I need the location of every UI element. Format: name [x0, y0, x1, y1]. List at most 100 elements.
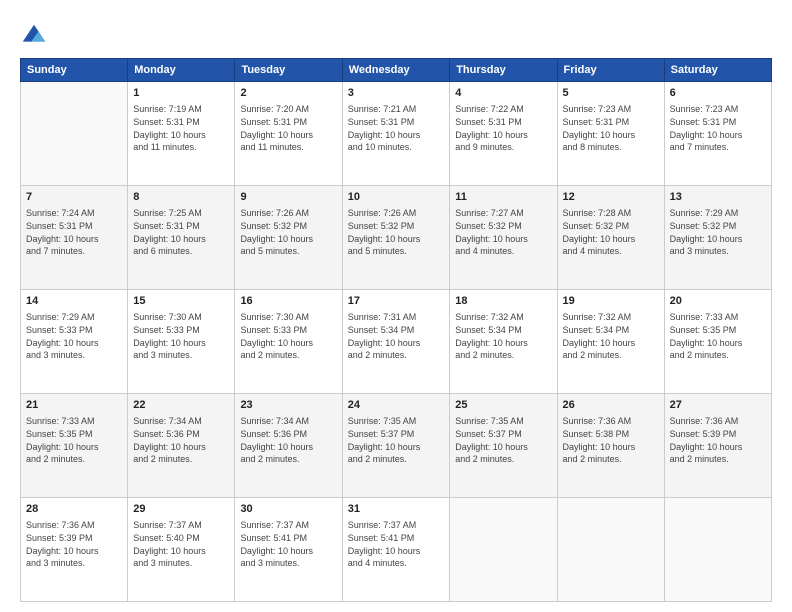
day-cell: 30 Sunrise: 7:37 AM Sunset: 5:41 PM Dayli…: [235, 498, 342, 602]
weekday-wednesday: Wednesday: [342, 59, 450, 82]
day-number: 7: [26, 190, 122, 205]
day-cell: 15 Sunrise: 7:30 AM Sunset: 5:33 PM Dayli…: [128, 290, 235, 394]
day-number: 29: [133, 502, 229, 517]
day-info: Sunrise: 7:24 AM Sunset: 5:31 PM Dayligh…: [26, 207, 122, 257]
day-cell: 14Sunrise: 7:29 AM Sunset: 5:33 PM Dayli…: [21, 290, 128, 394]
day-number: 6: [670, 86, 766, 101]
day-cell: 31 Sunrise: 7:37 AM Sunset: 5:41 PM Dayli…: [342, 498, 450, 602]
day-info: Sunrise: 7:26 AM Sunset: 5:32 PM Dayligh…: [240, 207, 336, 257]
day-info: Sunrise: 7:34 AM Sunset: 5:36 PM Dayligh…: [240, 415, 336, 465]
day-cell: 27 Sunrise: 7:36 AM Sunset: 5:39 PM Dayli…: [664, 394, 771, 498]
day-cell: 12Sunrise: 7:28 AM Sunset: 5:32 PM Dayli…: [557, 186, 664, 290]
week-row-4: 21Sunrise: 7:33 AM Sunset: 5:35 PM Dayli…: [21, 394, 772, 498]
day-cell: 17 Sunrise: 7:31 AM Sunset: 5:34 PM Dayli…: [342, 290, 450, 394]
week-row-2: 7 Sunrise: 7:24 AM Sunset: 5:31 PM Daylig…: [21, 186, 772, 290]
day-info: Sunrise: 7:25 AM Sunset: 5:31 PM Dayligh…: [133, 207, 229, 257]
week-row-1: 1 Sunrise: 7:19 AM Sunset: 5:31 PM Daylig…: [21, 82, 772, 186]
day-info: Sunrise: 7:23 AM Sunset: 5:31 PM Dayligh…: [563, 103, 659, 153]
day-number: 14: [26, 294, 122, 309]
day-info: Sunrise: 7:36 AM Sunset: 5:38 PM Dayligh…: [563, 415, 659, 465]
day-cell: 29 Sunrise: 7:37 AM Sunset: 5:40 PM Dayli…: [128, 498, 235, 602]
weekday-header-row: SundayMondayTuesdayWednesdayThursdayFrid…: [21, 59, 772, 82]
day-cell: 26 Sunrise: 7:36 AM Sunset: 5:38 PM Dayli…: [557, 394, 664, 498]
day-info: Sunrise: 7:35 AM Sunset: 5:37 PM Dayligh…: [455, 415, 551, 465]
weekday-tuesday: Tuesday: [235, 59, 342, 82]
day-number: 26: [563, 398, 659, 413]
day-cell: 4 Sunrise: 7:22 AM Sunset: 5:31 PM Daylig…: [450, 82, 557, 186]
day-cell: 1 Sunrise: 7:19 AM Sunset: 5:31 PM Daylig…: [128, 82, 235, 186]
day-number: 31: [348, 502, 445, 517]
day-info: Sunrise: 7:37 AM Sunset: 5:41 PM Dayligh…: [240, 519, 336, 569]
day-cell: 10 Sunrise: 7:26 AM Sunset: 5:32 PM Dayli…: [342, 186, 450, 290]
day-info: Sunrise: 7:19 AM Sunset: 5:31 PM Dayligh…: [133, 103, 229, 153]
day-number: 12: [563, 190, 659, 205]
day-info: Sunrise: 7:23 AM Sunset: 5:31 PM Dayligh…: [670, 103, 766, 153]
day-cell: 13 Sunrise: 7:29 AM Sunset: 5:32 PM Dayli…: [664, 186, 771, 290]
day-number: 30: [240, 502, 336, 517]
day-info: Sunrise: 7:22 AM Sunset: 5:31 PM Dayligh…: [455, 103, 551, 153]
day-cell: [21, 82, 128, 186]
day-info: Sunrise: 7:37 AM Sunset: 5:41 PM Dayligh…: [348, 519, 445, 569]
logo-icon: [20, 22, 48, 50]
day-cell: [664, 498, 771, 602]
day-number: 17: [348, 294, 445, 309]
day-cell: 7 Sunrise: 7:24 AM Sunset: 5:31 PM Daylig…: [21, 186, 128, 290]
weekday-saturday: Saturday: [664, 59, 771, 82]
day-number: 28: [26, 502, 122, 517]
day-cell: 8Sunrise: 7:25 AM Sunset: 5:31 PM Daylig…: [128, 186, 235, 290]
day-number: 24: [348, 398, 445, 413]
day-number: 20: [670, 294, 766, 309]
day-cell: 24 Sunrise: 7:35 AM Sunset: 5:37 PM Dayli…: [342, 394, 450, 498]
weekday-thursday: Thursday: [450, 59, 557, 82]
day-cell: 3 Sunrise: 7:21 AM Sunset: 5:31 PM Daylig…: [342, 82, 450, 186]
weekday-sunday: Sunday: [21, 59, 128, 82]
day-number: 23: [240, 398, 336, 413]
day-cell: 21Sunrise: 7:33 AM Sunset: 5:35 PM Dayli…: [21, 394, 128, 498]
day-number: 15: [133, 294, 229, 309]
day-number: 3: [348, 86, 445, 101]
day-number: 1: [133, 86, 229, 101]
day-info: Sunrise: 7:30 AM Sunset: 5:33 PM Dayligh…: [240, 311, 336, 361]
day-cell: 9 Sunrise: 7:26 AM Sunset: 5:32 PM Daylig…: [235, 186, 342, 290]
day-number: 4: [455, 86, 551, 101]
day-info: Sunrise: 7:21 AM Sunset: 5:31 PM Dayligh…: [348, 103, 445, 153]
day-cell: 23 Sunrise: 7:34 AM Sunset: 5:36 PM Dayli…: [235, 394, 342, 498]
day-cell: 20 Sunrise: 7:33 AM Sunset: 5:35 PM Dayli…: [664, 290, 771, 394]
day-info: Sunrise: 7:33 AM Sunset: 5:35 PM Dayligh…: [26, 415, 122, 465]
day-cell: 22 Sunrise: 7:34 AM Sunset: 5:36 PM Dayli…: [128, 394, 235, 498]
day-cell: 28Sunrise: 7:36 AM Sunset: 5:39 PM Dayli…: [21, 498, 128, 602]
day-info: Sunrise: 7:30 AM Sunset: 5:33 PM Dayligh…: [133, 311, 229, 361]
day-number: 9: [240, 190, 336, 205]
day-cell: 18 Sunrise: 7:32 AM Sunset: 5:34 PM Dayli…: [450, 290, 557, 394]
day-info: Sunrise: 7:32 AM Sunset: 5:34 PM Dayligh…: [455, 311, 551, 361]
header: [20, 18, 772, 50]
day-cell: 11 Sunrise: 7:27 AM Sunset: 5:32 PM Dayli…: [450, 186, 557, 290]
day-number: 18: [455, 294, 551, 309]
day-cell: [557, 498, 664, 602]
day-number: 27: [670, 398, 766, 413]
day-info: Sunrise: 7:27 AM Sunset: 5:32 PM Dayligh…: [455, 207, 551, 257]
day-info: Sunrise: 7:26 AM Sunset: 5:32 PM Dayligh…: [348, 207, 445, 257]
day-number: 13: [670, 190, 766, 205]
day-info: Sunrise: 7:29 AM Sunset: 5:32 PM Dayligh…: [670, 207, 766, 257]
day-info: Sunrise: 7:35 AM Sunset: 5:37 PM Dayligh…: [348, 415, 445, 465]
day-cell: 6 Sunrise: 7:23 AM Sunset: 5:31 PM Daylig…: [664, 82, 771, 186]
day-info: Sunrise: 7:33 AM Sunset: 5:35 PM Dayligh…: [670, 311, 766, 361]
day-number: 22: [133, 398, 229, 413]
day-number: 5: [563, 86, 659, 101]
day-info: Sunrise: 7:32 AM Sunset: 5:34 PM Dayligh…: [563, 311, 659, 361]
day-number: 11: [455, 190, 551, 205]
day-number: 2: [240, 86, 336, 101]
day-cell: 19Sunrise: 7:32 AM Sunset: 5:34 PM Dayli…: [557, 290, 664, 394]
page: SundayMondayTuesdayWednesdayThursdayFrid…: [0, 0, 792, 612]
day-cell: [450, 498, 557, 602]
day-info: Sunrise: 7:37 AM Sunset: 5:40 PM Dayligh…: [133, 519, 229, 569]
day-info: Sunrise: 7:31 AM Sunset: 5:34 PM Dayligh…: [348, 311, 445, 361]
logo: [20, 22, 52, 50]
day-cell: 16 Sunrise: 7:30 AM Sunset: 5:33 PM Dayli…: [235, 290, 342, 394]
day-number: 16: [240, 294, 336, 309]
day-number: 10: [348, 190, 445, 205]
day-info: Sunrise: 7:36 AM Sunset: 5:39 PM Dayligh…: [670, 415, 766, 465]
day-info: Sunrise: 7:34 AM Sunset: 5:36 PM Dayligh…: [133, 415, 229, 465]
day-cell: 5 Sunrise: 7:23 AM Sunset: 5:31 PM Daylig…: [557, 82, 664, 186]
